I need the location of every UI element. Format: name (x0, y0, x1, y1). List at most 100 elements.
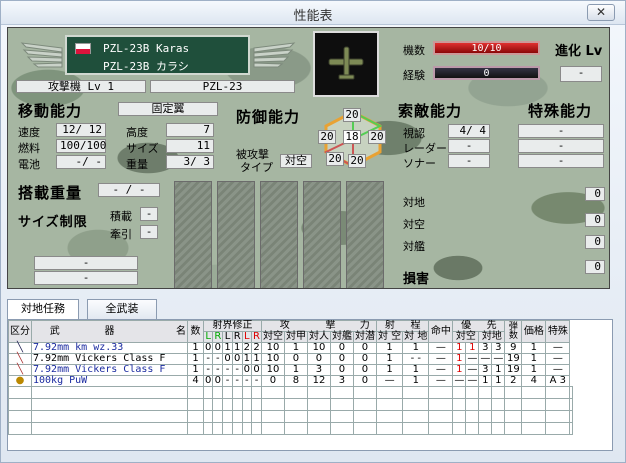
ship-value: 0 (585, 260, 605, 274)
armor-bottom-left: 20 (326, 152, 344, 166)
col-range-1: 射 (375, 320, 403, 332)
empty-row (8, 422, 574, 435)
priority-cell: 1 (465, 342, 480, 354)
fire-arc-cell: 0 (202, 342, 214, 354)
tab-ground-mission[interactable]: 対地任務 (7, 299, 79, 320)
table-row[interactable]: ● 100kg PuW 4 0 0- - - -0 8 12 3 0— 1— — —1 1 2 4 A 3 (8, 375, 573, 387)
empty-cell (212, 386, 224, 399)
empty-cell (306, 398, 331, 411)
cargo-slot (303, 181, 341, 288)
atk-sub: 対潜 (352, 331, 377, 343)
battery-label: 電池 (18, 158, 40, 171)
unit-type-label: 攻撃機 Lv 1 (16, 80, 146, 93)
attack-cell: 0 (329, 364, 354, 376)
armor-right: 20 (368, 130, 386, 144)
accuracy-cell: — (428, 364, 454, 376)
weight-label: 重量 (126, 158, 148, 171)
empty-cell (452, 398, 467, 411)
col-range-2: 程 (402, 320, 430, 332)
armor-hex-diagram: 20 18 20 20 20 20 (318, 108, 388, 170)
priority-cell: — (452, 375, 467, 387)
col-price: 価格 (521, 320, 547, 343)
range-air-cell: 1 (375, 342, 404, 354)
empty-cell (306, 410, 331, 423)
empty-cell (283, 422, 308, 435)
empty-cell (491, 398, 506, 411)
sonar-value: - (448, 154, 490, 168)
col-count: 数 (187, 320, 204, 343)
attack-cell: 0 (283, 353, 308, 365)
empty-cell (283, 398, 308, 411)
arc-r3: R (251, 331, 262, 343)
empty-cell (231, 398, 243, 411)
empty-cell (260, 398, 285, 411)
pri-air: 対空 (452, 331, 480, 343)
hit-type-value: 対空 (280, 154, 312, 168)
title-bar: 性能表 ✕ (1, 1, 625, 25)
altitude-label: 高度 (126, 126, 148, 139)
empty-cell (491, 410, 506, 423)
empty-cell (251, 398, 262, 411)
bomb-icon: ● (8, 375, 32, 387)
battery-value: -/ - (56, 155, 106, 169)
weapon-name: 7.92mm Vickers Class F (31, 364, 188, 376)
payload-value: - / - (98, 183, 160, 197)
empty-cell (452, 386, 467, 399)
empty-cell (428, 422, 454, 435)
weapon-name: 7.92mm km wz.33 (31, 342, 188, 354)
speed-value: 12/ 12 (56, 123, 106, 137)
price-cell: 4 (521, 375, 547, 387)
empty-cell (8, 386, 32, 399)
fire-arc-cell: - (202, 353, 214, 365)
range-ground-cell: 1 (402, 364, 430, 376)
empty-cell (260, 386, 285, 399)
fire-arc-cell: - (212, 353, 224, 365)
table-row[interactable]: ╲ 7.92mm Vickers Class F 1- - - -0 0 10 1 3 0 0 1 1—… (8, 364, 573, 376)
range-air-cell: — (375, 375, 404, 387)
cargo-slot (260, 181, 298, 288)
empty-cell (545, 410, 571, 423)
attack-cell: 10 (260, 353, 285, 365)
empty-cell (283, 386, 308, 399)
payload-bottom-1: - (34, 256, 138, 270)
col-special: 特殊 (545, 320, 571, 343)
radar-label: レーダー (403, 142, 447, 155)
empty-cell (545, 386, 571, 399)
attack-cell: 0 (352, 375, 377, 387)
empty-cell (478, 410, 493, 423)
special-row-1: - (518, 124, 604, 138)
cargo-slot (346, 181, 384, 288)
attack-cell: 0 (329, 342, 354, 354)
empty-cell (521, 398, 547, 411)
empty-cell (375, 386, 404, 399)
table-row[interactable]: ╲ 7.92mm Vickers Class F 1- -0 0 1 1 10 0 0 0 0 1- -… (8, 353, 573, 365)
empty-cell (8, 398, 32, 411)
empty-cell (31, 386, 188, 399)
fire-arc-cell: 0 (241, 364, 253, 376)
arc-r2: R (231, 331, 243, 343)
sonar-label: ソナー (403, 157, 436, 170)
attack-cell: 0 (352, 364, 377, 376)
weapon-count: 4 (187, 375, 204, 387)
empty-cell (478, 386, 493, 399)
empty-cell (352, 422, 377, 435)
empty-cell (569, 386, 574, 399)
weapon-gun-icon: ╲ (8, 342, 32, 354)
col-attack-1: 攻 (260, 320, 308, 332)
weapon-name: 7.92mm Vickers Class F (31, 353, 188, 365)
empty-cell (491, 386, 506, 399)
empty-cell (352, 410, 377, 423)
tab-all-weapons[interactable]: 全武装 (87, 299, 157, 319)
close-button[interactable]: ✕ (587, 4, 615, 21)
atk-armor: 対甲 (283, 331, 308, 343)
size-limit-header: サイズ制限 (18, 215, 88, 230)
price-cell: 1 (521, 364, 547, 376)
empty-cell (402, 422, 430, 435)
empty-cell (545, 398, 571, 411)
table-row[interactable]: ╲ 7.92mm km wz.33 1 0 0 1 1 2 2 10 1 10 0 0 1 1—1 1 3 3 9 1… (8, 342, 573, 354)
attack-cell: 3 (306, 364, 331, 376)
armor-bottom-right: 20 (348, 154, 366, 168)
special-row-3: - (518, 154, 604, 168)
fire-arc-cell: - (231, 375, 243, 387)
fire-arc-cell: - (251, 375, 262, 387)
